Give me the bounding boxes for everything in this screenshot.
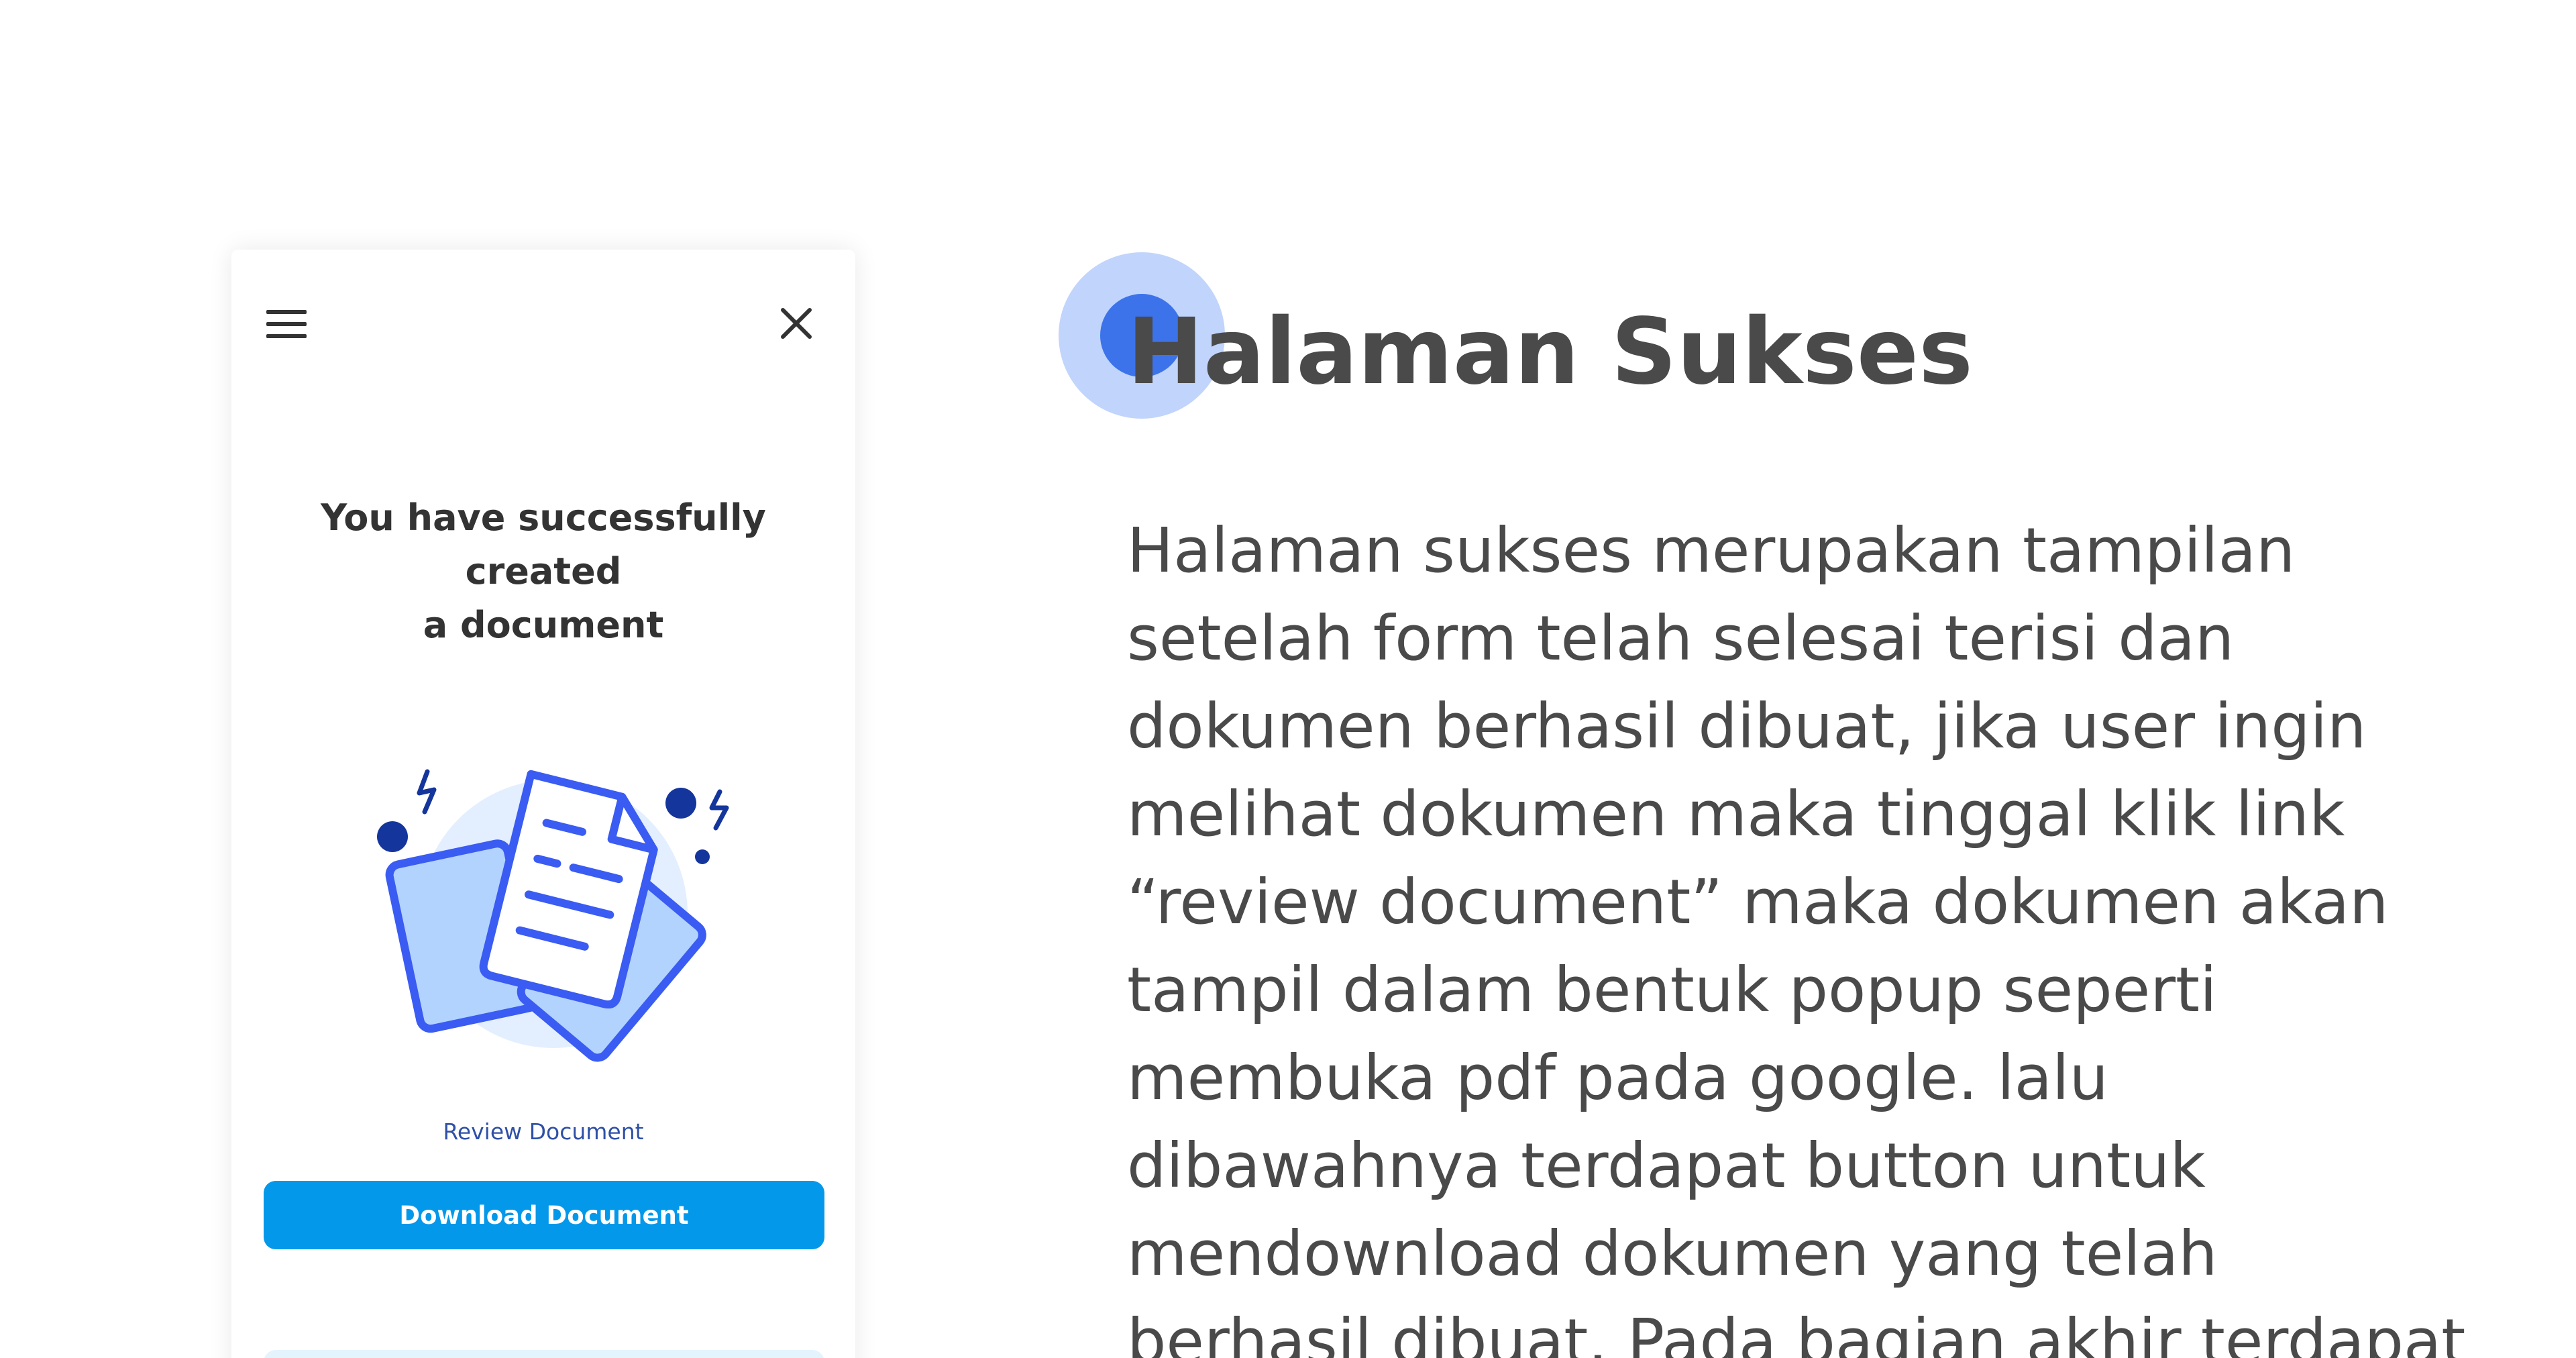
description-line: membuka pdf pada google. lalu: [1127, 1042, 2108, 1114]
description: Halaman sukses merupakan tampilan setela…: [1127, 507, 2556, 1358]
hamburger-menu-icon[interactable]: [266, 307, 307, 341]
phone-mockup: You have successfully created a document: [231, 250, 855, 1358]
description-line: dibawahnya terdapat button untuk: [1127, 1130, 2206, 1202]
review-document-link[interactable]: Review Document: [231, 1118, 855, 1145]
success-message-line-1: You have successfully created: [321, 497, 766, 592]
description-line: mendownload dokumen yang telah: [1127, 1218, 2218, 1290]
next-section-card: [264, 1350, 824, 1358]
description-line: dokumen berhasil dibuat, jika user ingin: [1127, 690, 2367, 762]
description-line: berhasil dibuat. Pada bagian akhir terda…: [1127, 1306, 2466, 1358]
description-line: “review document” maka dokumen akan: [1127, 866, 2389, 938]
success-message-line-2: a document: [423, 604, 664, 646]
description-line: Halaman sukses merupakan tampilan: [1127, 515, 2296, 586]
description-line: melihat dokumen maka tinggal klik link: [1127, 778, 2345, 850]
tutorial-page: You have successfully created a document: [0, 0, 2576, 1358]
documents-illustration: [377, 769, 729, 1062]
page-title: Halaman Sukses: [1127, 299, 1973, 405]
success-message: You have successfully created a document: [258, 491, 828, 652]
download-document-button[interactable]: Download Document: [264, 1181, 824, 1249]
close-icon[interactable]: [776, 303, 816, 344]
description-line: tampil dalam bentuk popup seperti: [1127, 954, 2217, 1026]
description-line: setelah form telah selesai terisi dan: [1127, 603, 2235, 674]
